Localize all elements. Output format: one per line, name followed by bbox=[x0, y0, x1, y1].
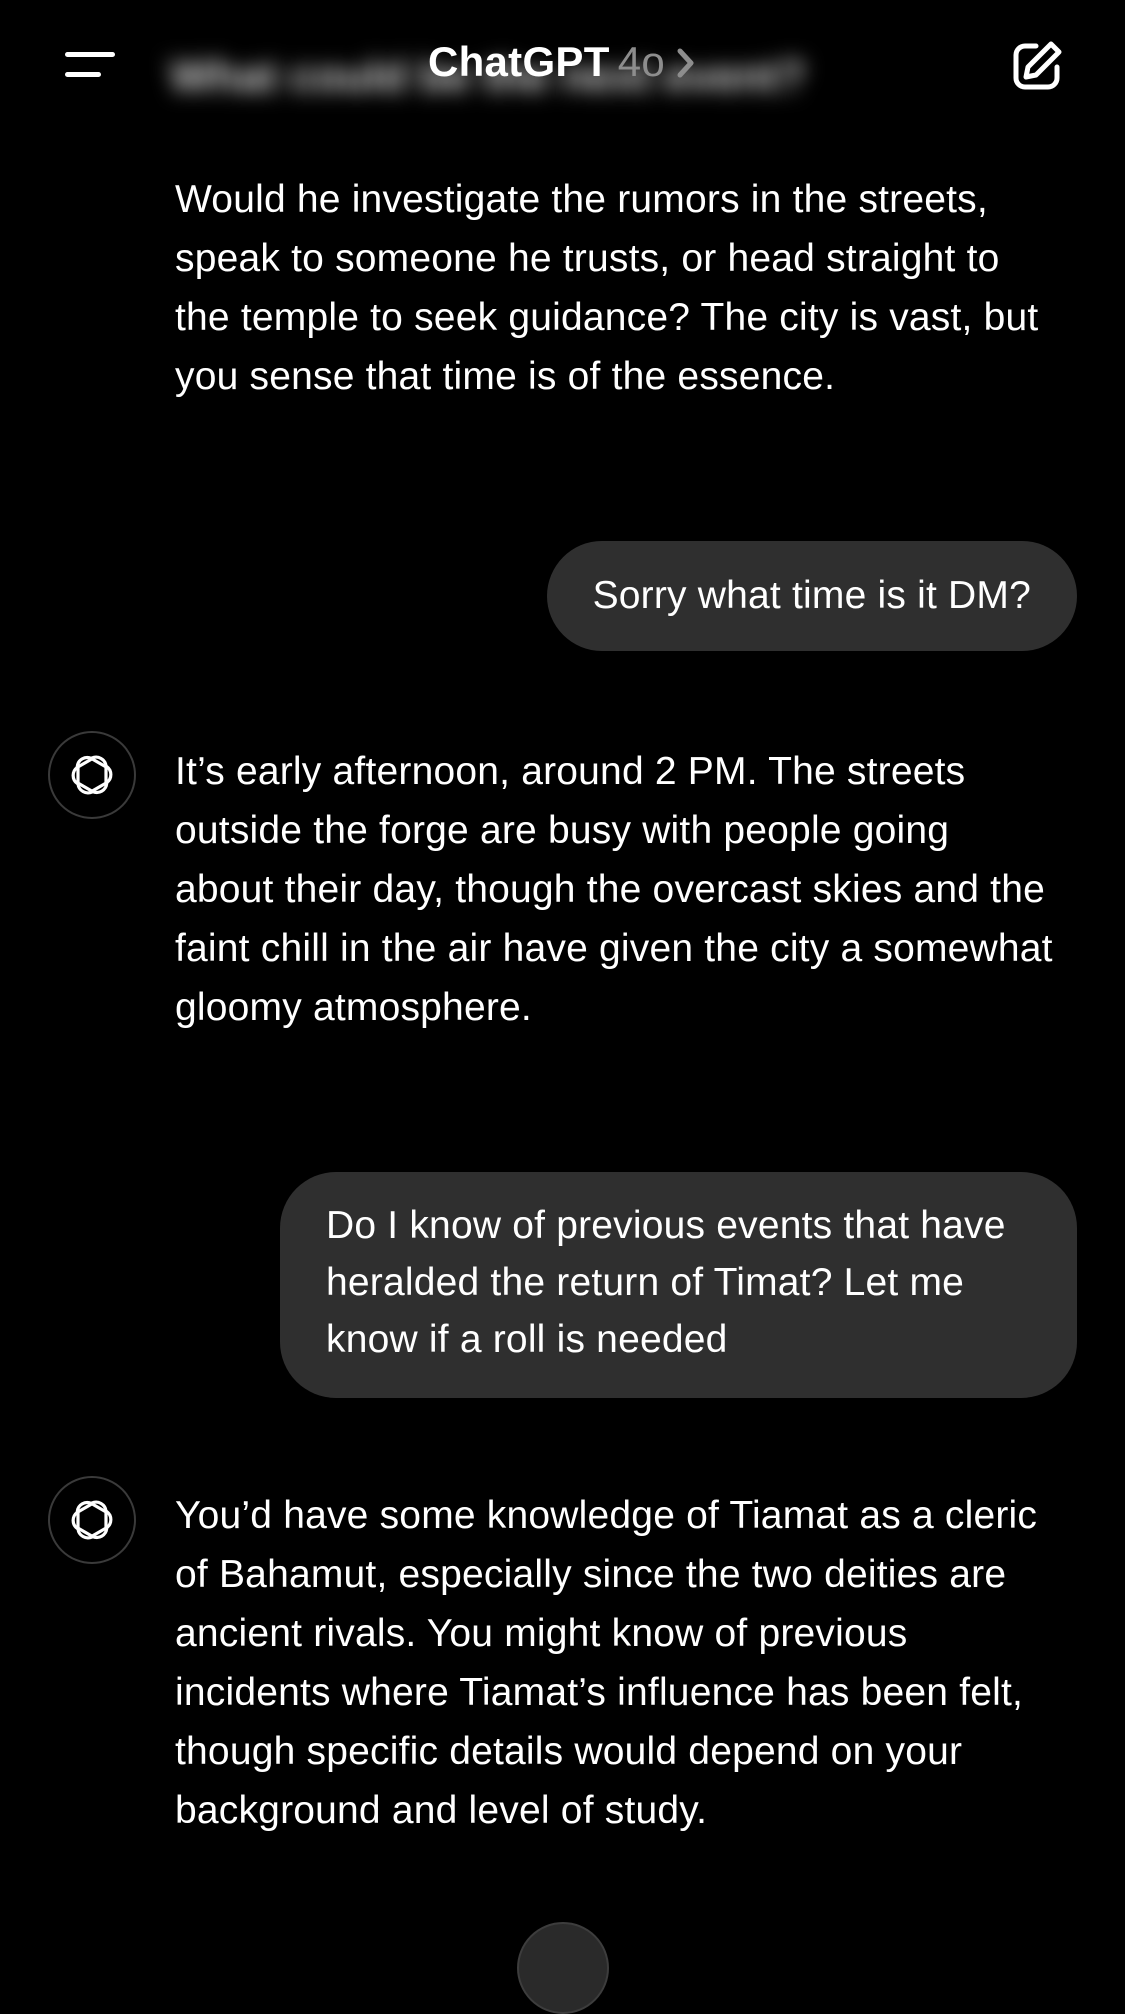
user-message-text: Sorry what time is it DM? bbox=[592, 574, 1031, 617]
model-selector[interactable]: ChatGPT 4o bbox=[0, 38, 1125, 86]
top-bar: What could be the next event? ChatGPT 4o bbox=[0, 0, 1125, 140]
assistant-avatar bbox=[48, 1476, 136, 1564]
user-message-bubble: Do I know of previous events that have h… bbox=[280, 1172, 1077, 1398]
openai-logo-icon bbox=[67, 1497, 117, 1543]
compose-icon[interactable] bbox=[1009, 38, 1065, 94]
user-message-bubble: Sorry what time is it DM? bbox=[546, 541, 1077, 651]
model-version: 4o bbox=[617, 38, 666, 85]
assistant-message: Would he investigate the rumors in the s… bbox=[175, 178, 1039, 398]
assistant-message: You’d have some knowledge of Tiamat as a… bbox=[175, 1494, 1038, 1832]
assistant-avatar bbox=[48, 731, 136, 819]
assistant-message: It’s early afternoon, around 2 PM. The s… bbox=[175, 750, 1053, 1029]
app-name: ChatGPT bbox=[427, 38, 610, 85]
user-message-text: Do I know of previous events that have h… bbox=[326, 1204, 1006, 1361]
openai-logo-icon bbox=[67, 752, 117, 798]
chevron-right-icon bbox=[677, 48, 694, 78]
scroll-down-button[interactable] bbox=[517, 1922, 609, 2014]
